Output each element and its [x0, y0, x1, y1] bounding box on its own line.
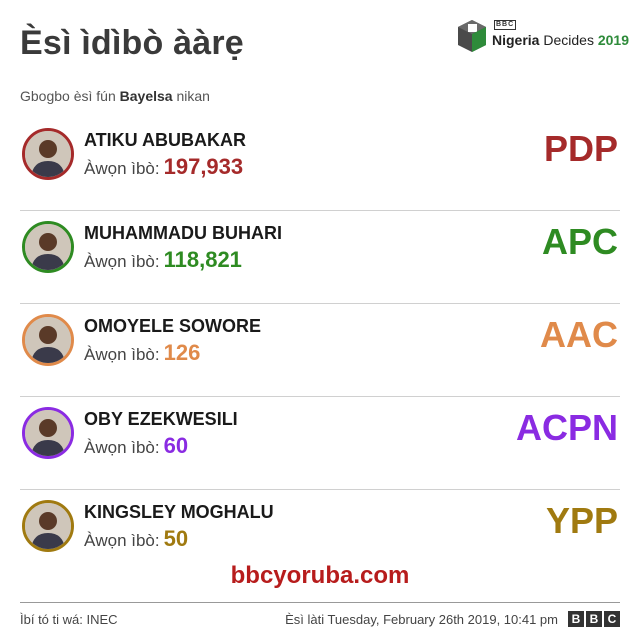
last-updated: Èsì làti Tuesday, February 26th 2019, 10… [285, 612, 558, 627]
votes-label: Àwọn ìbò: [84, 438, 160, 457]
candidate-row: ATIKU ABUBAKAR Àwọn ìbò: 197,933 PDP [20, 118, 620, 211]
votes-line: Àwọn ìbò: 50 [84, 526, 188, 552]
header: Èsì ìdìbò ààrẹ Gbogbo èsì fún Bayelsa ni… [20, 18, 629, 104]
page-title: Èsì ìdìbò ààrẹ [20, 24, 244, 62]
brand-year: 2019 [597, 32, 629, 48]
candidate-row: OMOYELE SOWORE Àwọn ìbò: 126 AAC [20, 304, 620, 397]
vote-count: 197,933 [163, 154, 244, 179]
candidate-list: ATIKU ABUBAKAR Àwọn ìbò: 197,933 PDP MUHA… [20, 118, 620, 582]
votes-line: Àwọn ìbò: 197,933 [84, 154, 243, 180]
bbc-letter: B [586, 611, 602, 627]
party-name: ACPN [515, 407, 618, 448]
subtitle-prefix: Gbogbo èsì fún [20, 88, 116, 104]
brand-text: Nigeria Decides 2019 [492, 32, 629, 48]
footer: Ìbí tó ti wá: INEC Èsì làti Tuesday, Feb… [20, 602, 620, 633]
bbc-mini-mark: BBC [494, 20, 517, 30]
brand-decides: Decides [543, 32, 594, 48]
candidate-avatar [22, 128, 74, 180]
votes-line: Àwọn ìbò: 60 [84, 433, 188, 459]
votes-line: Àwọn ìbò: 126 [84, 340, 200, 366]
votes-label: Àwọn ìbò: [84, 252, 160, 271]
candidate-name: ATIKU ABUBAKAR [84, 130, 246, 150]
subtitle-state: Bayelsa [119, 88, 173, 104]
party-name: AAC [540, 314, 618, 355]
candidate-avatar [22, 314, 74, 366]
bbc-logo: B B C [568, 611, 620, 627]
subtitle-suffix: nikan [176, 88, 210, 104]
party-name: PDP [543, 128, 618, 169]
vote-count: 50 [163, 526, 189, 551]
vote-count: 60 [163, 433, 189, 458]
votes-line: Àwọn ìbò: 118,821 [84, 247, 242, 273]
party-name: YPP [545, 500, 618, 541]
brand-bold: Nigeria [492, 32, 540, 48]
page-subtitle: Gbogbo èsì fún Bayelsa nikan [20, 88, 210, 104]
candidate-name: MUHAMMADU BUHARI [84, 223, 282, 243]
votes-label: Àwọn ìbò: [84, 345, 160, 364]
votes-label: Àwọn ìbò: [84, 531, 160, 550]
candidate-avatar [22, 221, 74, 273]
candidate-name: OMOYELE SOWORE [84, 316, 262, 336]
candidate-avatar [22, 407, 74, 459]
data-source: Ìbí tó ti wá: INEC [20, 612, 118, 627]
candidate-name: KINGSLEY MOGHALU [84, 502, 274, 522]
candidate-row: MUHAMMADU BUHARI Àwọn ìbò: 118,821 APC [20, 211, 620, 304]
bbc-letter: C [604, 611, 620, 627]
candidate-row: OBY EZEKWESILI Àwọn ìbò: 60 ACPN [20, 397, 620, 490]
candidate-avatar [22, 500, 74, 552]
site-link[interactable]: bbcyoruba.com [0, 562, 640, 590]
ballot-box-icon [456, 18, 488, 54]
vote-count: 126 [163, 340, 201, 365]
candidate-name: OBY EZEKWESILI [84, 409, 238, 429]
nigeria-decides-logo: BBC Nigeria Decides 2019 [456, 18, 629, 58]
vote-count: 118,821 [163, 247, 242, 272]
party-name: APC [541, 221, 618, 262]
votes-label: Àwọn ìbò: [84, 159, 160, 178]
bbc-letter: B [568, 611, 584, 627]
